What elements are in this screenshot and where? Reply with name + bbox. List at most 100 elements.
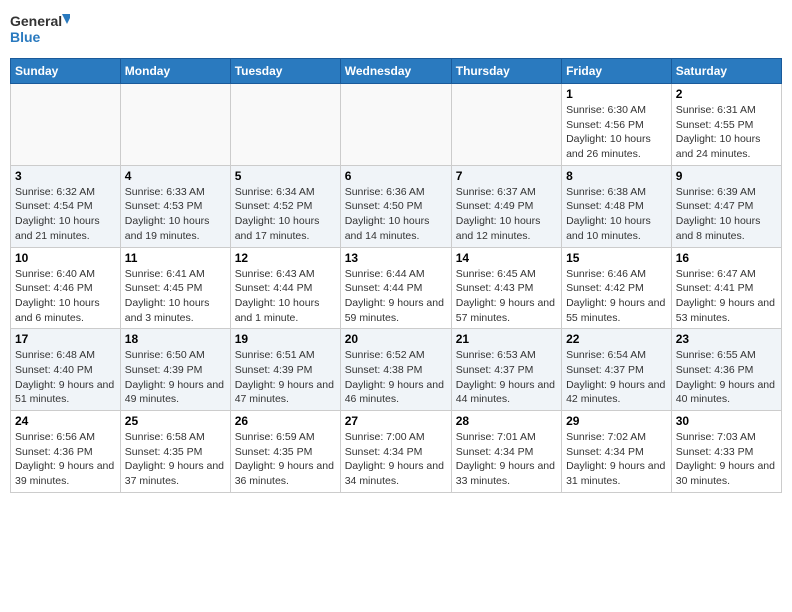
day-info: Sunrise: 6:50 AMSunset: 4:39 PMDaylight:…	[125, 348, 226, 407]
day-info: Sunrise: 6:40 AMSunset: 4:46 PMDaylight:…	[15, 267, 116, 326]
day-number: 15	[566, 251, 667, 265]
calendar-cell: 28 Sunrise: 7:01 AMSunset: 4:34 PMDayligh…	[451, 411, 561, 493]
day-info: Sunrise: 6:41 AMSunset: 4:45 PMDaylight:…	[125, 267, 226, 326]
day-number: 21	[456, 332, 557, 346]
svg-text:Blue: Blue	[10, 29, 41, 45]
day-info: Sunrise: 6:55 AMSunset: 4:36 PMDaylight:…	[676, 348, 777, 407]
day-info: Sunrise: 6:37 AMSunset: 4:49 PMDaylight:…	[456, 185, 557, 244]
calendar-cell: 5 Sunrise: 6:34 AMSunset: 4:52 PMDaylight…	[230, 165, 340, 247]
day-info: Sunrise: 6:56 AMSunset: 4:36 PMDaylight:…	[15, 430, 116, 489]
calendar-cell: 20 Sunrise: 6:52 AMSunset: 4:38 PMDayligh…	[340, 329, 451, 411]
calendar-cell: 21 Sunrise: 6:53 AMSunset: 4:37 PMDayligh…	[451, 329, 561, 411]
day-info: Sunrise: 6:36 AMSunset: 4:50 PMDaylight:…	[345, 185, 447, 244]
day-info: Sunrise: 6:48 AMSunset: 4:40 PMDaylight:…	[15, 348, 116, 407]
svg-text:General: General	[10, 13, 62, 29]
day-number: 9	[676, 169, 777, 183]
calendar-cell: 29 Sunrise: 7:02 AMSunset: 4:34 PMDayligh…	[562, 411, 672, 493]
day-number: 25	[125, 414, 226, 428]
logo-svg: General Blue	[10, 10, 70, 50]
day-info: Sunrise: 6:38 AMSunset: 4:48 PMDaylight:…	[566, 185, 667, 244]
calendar-week-row: 24 Sunrise: 6:56 AMSunset: 4:36 PMDayligh…	[11, 411, 782, 493]
calendar-cell: 10 Sunrise: 6:40 AMSunset: 4:46 PMDayligh…	[11, 247, 121, 329]
day-info: Sunrise: 6:39 AMSunset: 4:47 PMDaylight:…	[676, 185, 777, 244]
day-info: Sunrise: 6:54 AMSunset: 4:37 PMDaylight:…	[566, 348, 667, 407]
calendar-cell: 1 Sunrise: 6:30 AMSunset: 4:56 PMDaylight…	[562, 84, 672, 166]
calendar-cell: 8Sunrise: 6:38 AMSunset: 4:48 PMDaylight…	[562, 165, 672, 247]
calendar-week-row: 17 Sunrise: 6:48 AMSunset: 4:40 PMDayligh…	[11, 329, 782, 411]
calendar-cell: 11 Sunrise: 6:41 AMSunset: 4:45 PMDayligh…	[120, 247, 230, 329]
calendar-cell: 27 Sunrise: 7:00 AMSunset: 4:34 PMDayligh…	[340, 411, 451, 493]
day-number: 27	[345, 414, 447, 428]
day-info: Sunrise: 7:03 AMSunset: 4:33 PMDaylight:…	[676, 430, 777, 489]
day-info: Sunrise: 6:43 AMSunset: 4:44 PMDaylight:…	[235, 267, 336, 326]
header-tuesday: Tuesday	[230, 59, 340, 84]
calendar-header-row: SundayMondayTuesdayWednesdayThursdayFrid…	[11, 59, 782, 84]
calendar-cell: 23 Sunrise: 6:55 AMSunset: 4:36 PMDayligh…	[671, 329, 781, 411]
day-number: 5	[235, 169, 336, 183]
day-number: 10	[15, 251, 116, 265]
calendar-cell: 18Sunrise: 6:50 AMSunset: 4:39 PMDayligh…	[120, 329, 230, 411]
header-wednesday: Wednesday	[340, 59, 451, 84]
day-number: 23	[676, 332, 777, 346]
calendar-cell: 19 Sunrise: 6:51 AMSunset: 4:39 PMDayligh…	[230, 329, 340, 411]
day-number: 20	[345, 332, 447, 346]
calendar-cell: 2Sunrise: 6:31 AMSunset: 4:55 PMDaylight…	[671, 84, 781, 166]
day-number: 7	[456, 169, 557, 183]
calendar-cell: 3Sunrise: 6:32 AMSunset: 4:54 PMDaylight…	[11, 165, 121, 247]
calendar-cell	[340, 84, 451, 166]
day-info: Sunrise: 6:46 AMSunset: 4:42 PMDaylight:…	[566, 267, 667, 326]
header-thursday: Thursday	[451, 59, 561, 84]
day-number: 30	[676, 414, 777, 428]
calendar-cell: 17 Sunrise: 6:48 AMSunset: 4:40 PMDayligh…	[11, 329, 121, 411]
calendar-cell: 7 Sunrise: 6:37 AMSunset: 4:49 PMDaylight…	[451, 165, 561, 247]
day-info: Sunrise: 6:51 AMSunset: 4:39 PMDaylight:…	[235, 348, 336, 407]
calendar-week-row: 10 Sunrise: 6:40 AMSunset: 4:46 PMDayligh…	[11, 247, 782, 329]
calendar-cell: 30 Sunrise: 7:03 AMSunset: 4:33 PMDayligh…	[671, 411, 781, 493]
calendar-cell: 26Sunrise: 6:59 AMSunset: 4:35 PMDayligh…	[230, 411, 340, 493]
day-number: 1	[566, 87, 667, 101]
day-info: Sunrise: 7:01 AMSunset: 4:34 PMDaylight:…	[456, 430, 557, 489]
day-number: 6	[345, 169, 447, 183]
day-info: Sunrise: 6:33 AMSunset: 4:53 PMDaylight:…	[125, 185, 226, 244]
calendar-cell: 22 Sunrise: 6:54 AMSunset: 4:37 PMDayligh…	[562, 329, 672, 411]
calendar-cell	[11, 84, 121, 166]
day-number: 17	[15, 332, 116, 346]
day-info: Sunrise: 6:52 AMSunset: 4:38 PMDaylight:…	[345, 348, 447, 407]
day-info: Sunrise: 7:00 AMSunset: 4:34 PMDaylight:…	[345, 430, 447, 489]
calendar-week-row: 1 Sunrise: 6:30 AMSunset: 4:56 PMDaylight…	[11, 84, 782, 166]
day-number: 28	[456, 414, 557, 428]
day-number: 26	[235, 414, 336, 428]
page-header: General Blue	[10, 10, 782, 50]
day-number: 12	[235, 251, 336, 265]
header-saturday: Saturday	[671, 59, 781, 84]
day-info: Sunrise: 6:53 AMSunset: 4:37 PMDaylight:…	[456, 348, 557, 407]
day-info: Sunrise: 6:31 AMSunset: 4:55 PMDaylight:…	[676, 103, 777, 162]
day-number: 14	[456, 251, 557, 265]
calendar-cell: 6 Sunrise: 6:36 AMSunset: 4:50 PMDaylight…	[340, 165, 451, 247]
day-number: 11	[125, 251, 226, 265]
day-info: Sunrise: 6:34 AMSunset: 4:52 PMDaylight:…	[235, 185, 336, 244]
day-number: 24	[15, 414, 116, 428]
day-number: 4	[125, 169, 226, 183]
calendar: SundayMondayTuesdayWednesdayThursdayFrid…	[10, 58, 782, 493]
calendar-cell: 25Sunrise: 6:58 AMSunset: 4:35 PMDayligh…	[120, 411, 230, 493]
day-number: 22	[566, 332, 667, 346]
calendar-cell: 14 Sunrise: 6:45 AMSunset: 4:43 PMDayligh…	[451, 247, 561, 329]
header-sunday: Sunday	[11, 59, 121, 84]
day-info: Sunrise: 6:45 AMSunset: 4:43 PMDaylight:…	[456, 267, 557, 326]
calendar-cell: 13Sunrise: 6:44 AMSunset: 4:44 PMDayligh…	[340, 247, 451, 329]
calendar-cell: 16Sunrise: 6:47 AMSunset: 4:41 PMDayligh…	[671, 247, 781, 329]
day-info: Sunrise: 6:44 AMSunset: 4:44 PMDaylight:…	[345, 267, 447, 326]
calendar-cell: 4 Sunrise: 6:33 AMSunset: 4:53 PMDaylight…	[120, 165, 230, 247]
calendar-cell	[230, 84, 340, 166]
day-number: 16	[676, 251, 777, 265]
calendar-cell: 12 Sunrise: 6:43 AMSunset: 4:44 PMDayligh…	[230, 247, 340, 329]
calendar-cell: 9 Sunrise: 6:39 AMSunset: 4:47 PMDaylight…	[671, 165, 781, 247]
day-number: 29	[566, 414, 667, 428]
day-info: Sunrise: 7:02 AMSunset: 4:34 PMDaylight:…	[566, 430, 667, 489]
calendar-cell: 15 Sunrise: 6:46 AMSunset: 4:42 PMDayligh…	[562, 247, 672, 329]
calendar-week-row: 3Sunrise: 6:32 AMSunset: 4:54 PMDaylight…	[11, 165, 782, 247]
calendar-cell	[120, 84, 230, 166]
day-info: Sunrise: 6:30 AMSunset: 4:56 PMDaylight:…	[566, 103, 667, 162]
day-number: 19	[235, 332, 336, 346]
